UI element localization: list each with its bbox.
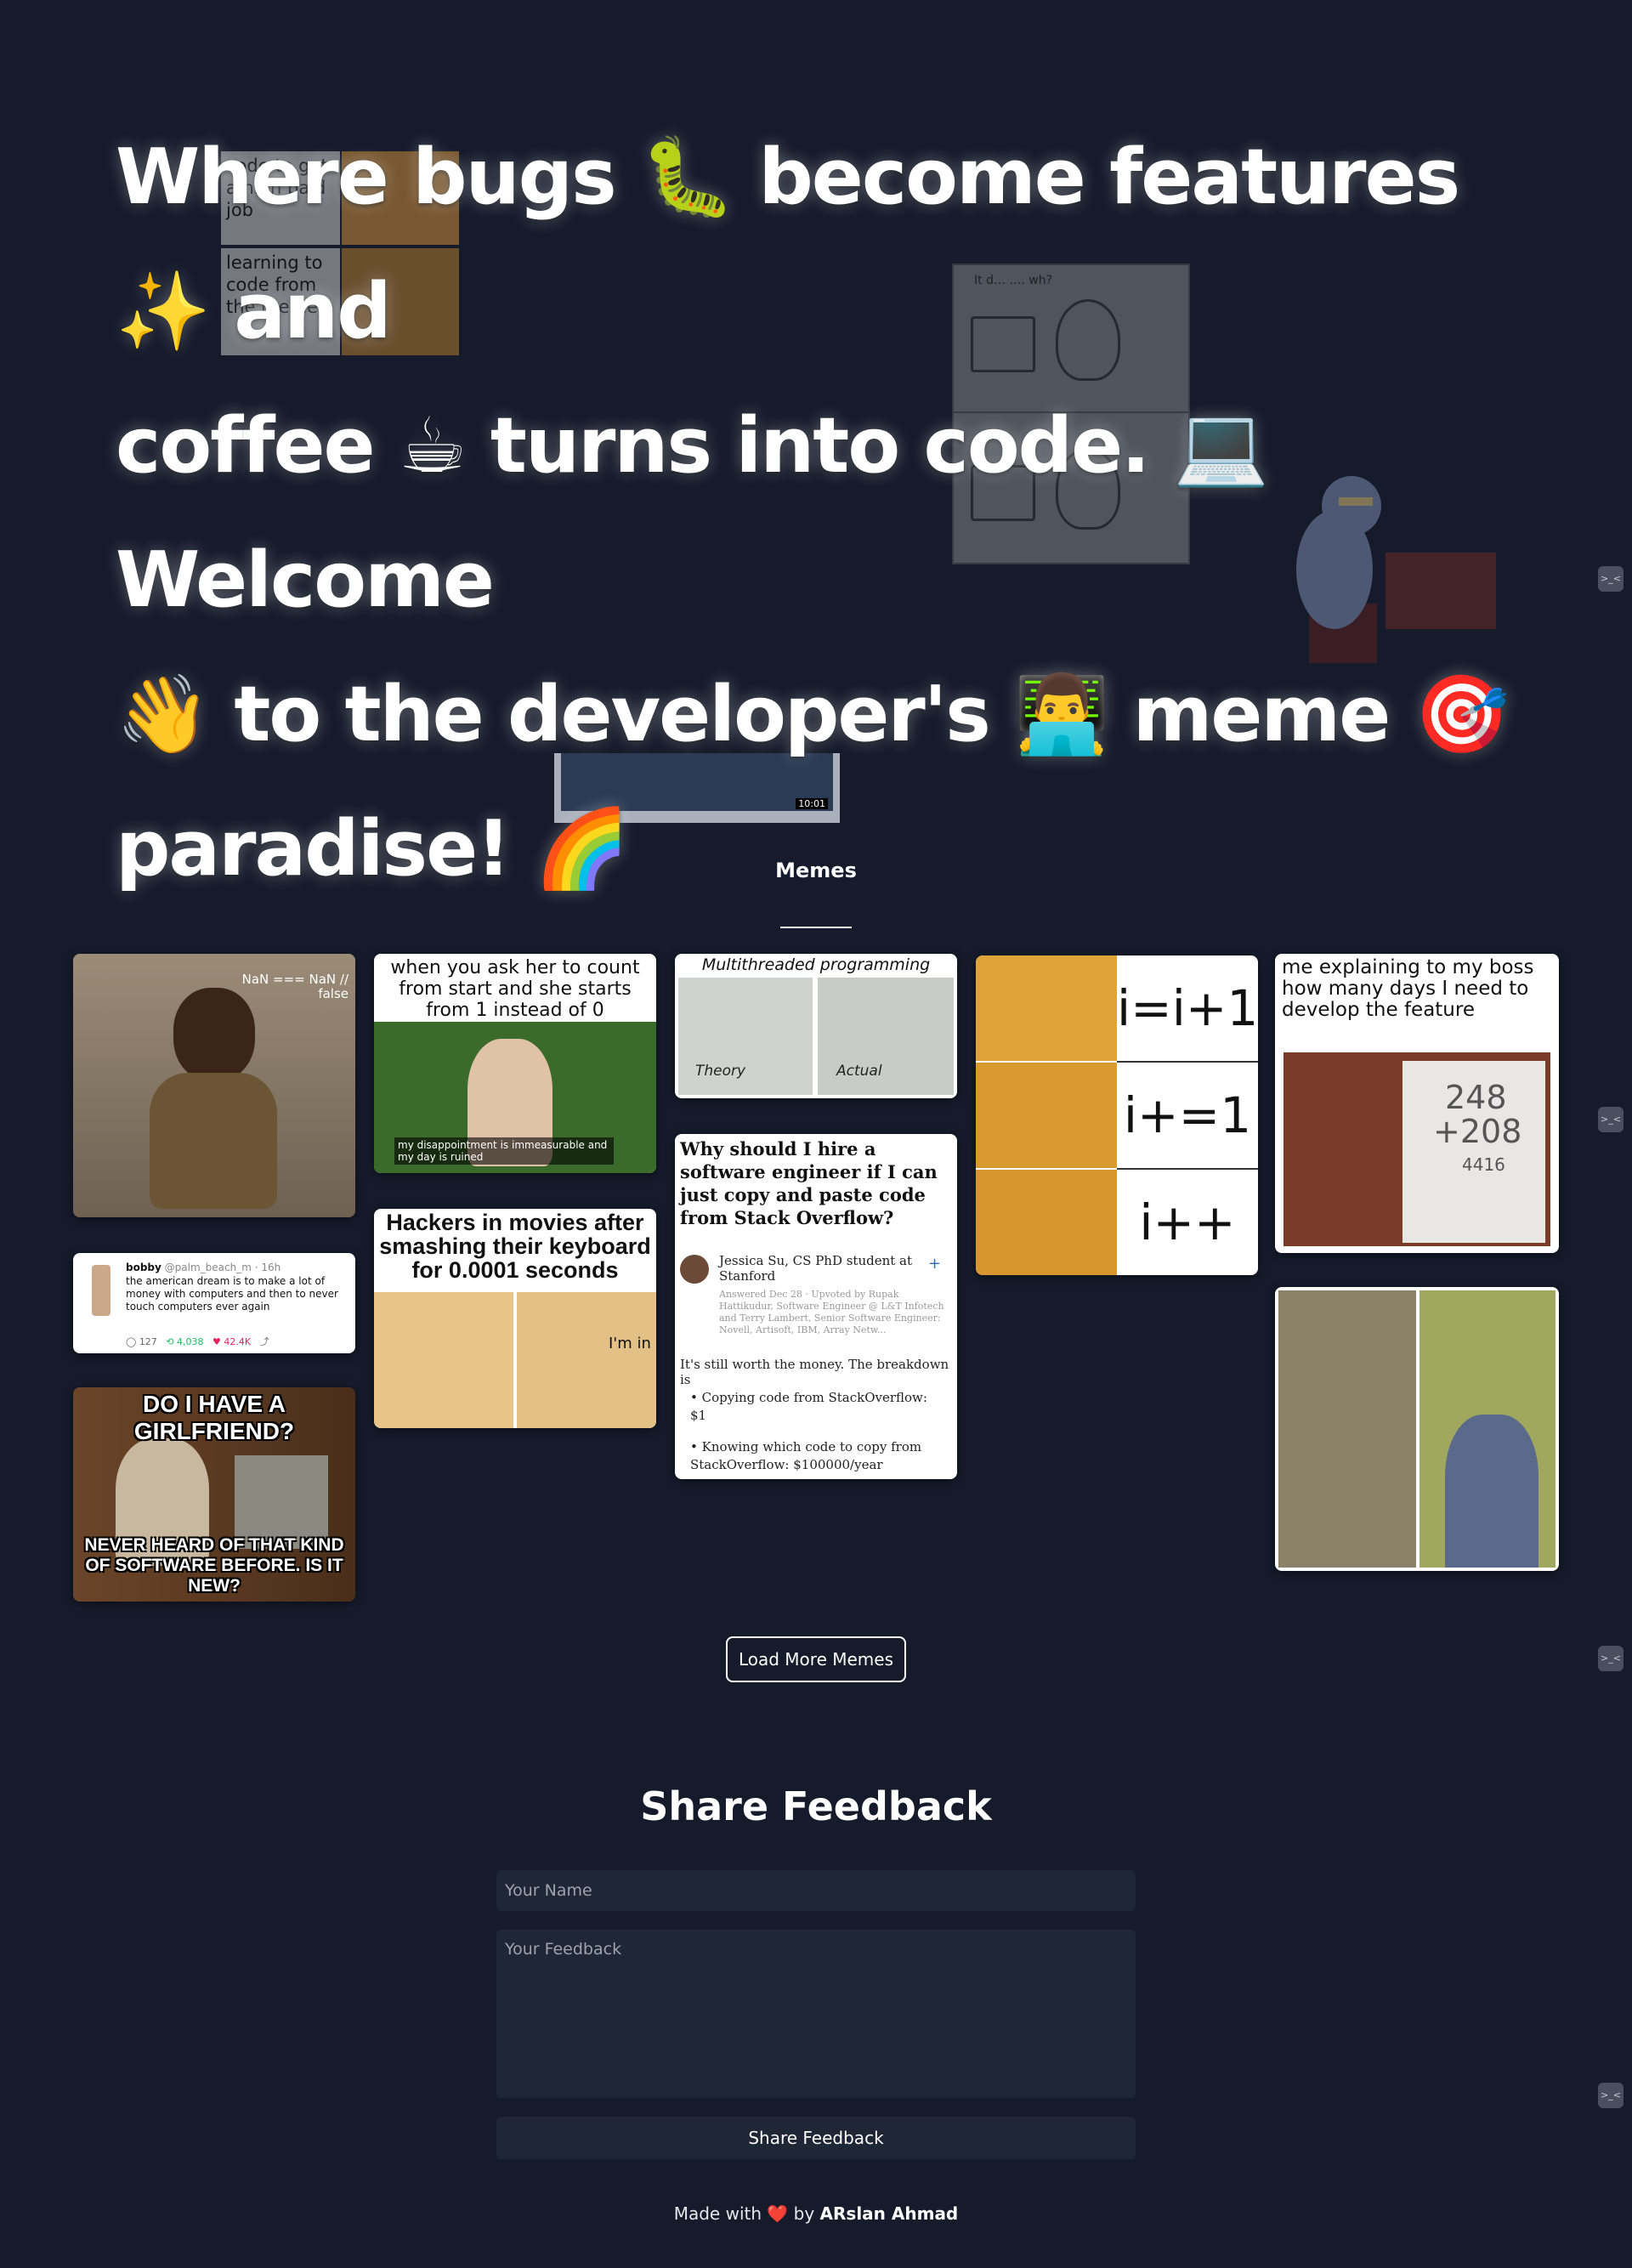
footer: Made with ❤️ by ARslan Ahmad bbox=[0, 2203, 1632, 2224]
meme-pooh-panel-3 bbox=[976, 1170, 1117, 1275]
quora-bullet-1: • Copying code from StackOverflow: $1 bbox=[690, 1390, 927, 1423]
tweet-text: the american dream is to make a lot of m… bbox=[126, 1275, 338, 1313]
tweet-avatar bbox=[92, 1265, 110, 1316]
share-feedback-button[interactable]: Share Feedback bbox=[496, 2117, 1136, 2159]
quora-avatar bbox=[680, 1255, 709, 1284]
footer-prefix: Made with bbox=[673, 2203, 762, 2224]
quora-bullet-1-text: Copying code from StackOverflow: $1 bbox=[690, 1390, 927, 1423]
side-emoji-icon[interactable]: >_< bbox=[1598, 1107, 1624, 1132]
hero-line-1: Where bugs 🐛 become features ✨ and bbox=[116, 133, 1460, 356]
meme-count-caption: when you ask her to count from start and… bbox=[390, 957, 640, 1021]
meme-card-girlfriend[interactable]: DO I HAVE A GIRLFRIEND? NEVER HEARD OF T… bbox=[73, 1387, 355, 1602]
tweet-name: bobby bbox=[126, 1262, 162, 1273]
feedback-title: Share Feedback bbox=[640, 1783, 992, 1829]
meme-girlfriend-top-text: DO I HAVE A GIRLFRIEND? bbox=[133, 1391, 295, 1444]
meme-boss-board-bottom: 4416 bbox=[1462, 1154, 1505, 1175]
hero-line-3: 👋 to the developer's 👨‍💻 meme 🎯 bbox=[116, 670, 1510, 759]
feedback-textarea[interactable] bbox=[496, 1930, 1136, 2098]
heart-icon: ❤️ bbox=[767, 2203, 789, 2224]
meme-card-count[interactable]: when you ask her to count from start and… bbox=[374, 954, 656, 1173]
meme-card-hackers[interactable]: Hackers in movies after smashing their k… bbox=[374, 1209, 656, 1428]
meme-pooh-panel-2 bbox=[976, 1063, 1117, 1168]
footer-author[interactable]: ARslan Ahmad bbox=[820, 2203, 959, 2224]
quora-intro: It's still worth the money. The breakdow… bbox=[680, 1357, 949, 1387]
meme-pooh-panel-1 bbox=[976, 955, 1117, 1061]
meme-hackers-doge-left bbox=[374, 1292, 513, 1428]
meme-multithread-theory-label: Theory bbox=[695, 1063, 746, 1080]
quora-author: Jessica Su, CS PhD student at Stanford bbox=[719, 1253, 913, 1284]
meme-boss-board-mid: +208 bbox=[1433, 1113, 1522, 1150]
meme-card-boss[interactable]: me explaining to my boss how many days I… bbox=[1275, 954, 1559, 1253]
tweet-likes: 42.4K bbox=[224, 1336, 252, 1347]
retweet-icon: ⟲ bbox=[166, 1336, 174, 1347]
tweet-retweets: 4,038 bbox=[177, 1336, 204, 1347]
heart-icon: ♥ bbox=[212, 1336, 221, 1347]
hero-line-2: coffee ☕ turns into code. 💻 Welcome bbox=[116, 401, 1269, 625]
meme-nan-caption: NaN === NaN // false bbox=[241, 972, 348, 1001]
follow-user-icon[interactable]: + bbox=[928, 1255, 941, 1273]
side-emoji-icon[interactable]: >_< bbox=[1598, 1646, 1624, 1671]
meme-hackers-doge-right bbox=[517, 1292, 656, 1428]
quora-question: Why should I hire a software engineer if… bbox=[680, 1138, 938, 1228]
meme-nan-kid-body bbox=[150, 1073, 277, 1209]
meme-count-subtitle: my disappointment is immeasurable and my… bbox=[394, 1137, 614, 1165]
load-more-button[interactable]: Load More Memes bbox=[726, 1636, 906, 1682]
hero-line-4: paradise! 🌈 bbox=[116, 804, 630, 893]
meme-hackers-label: I'm in bbox=[609, 1335, 651, 1352]
name-input[interactable] bbox=[496, 1870, 1136, 1911]
meme-hackers-caption: Hackers in movies after smashing their k… bbox=[379, 1210, 651, 1283]
tweet-replies: 127 bbox=[139, 1336, 157, 1347]
meme-tattoo-person bbox=[1445, 1415, 1538, 1568]
meme-card-quora[interactable]: Why should I hire a software engineer if… bbox=[675, 1134, 957, 1479]
meme-boss-board-top: 248 bbox=[1445, 1079, 1507, 1116]
tweet-handle: @palm_beach_m · 16h bbox=[164, 1262, 281, 1273]
memes-title-underline bbox=[780, 927, 852, 928]
meme-card-tattoo[interactable] bbox=[1275, 1287, 1559, 1571]
meme-card-tweet[interactable]: bobby @palm_beach_m · 16h the american d… bbox=[73, 1253, 355, 1353]
meme-pooh-text-2: i+=1 bbox=[1123, 1086, 1252, 1144]
tweet-header: bobby @palm_beach_m · 16h bbox=[126, 1262, 280, 1273]
side-emoji-icon[interactable]: >_< bbox=[1598, 2083, 1624, 2108]
side-emoji-icon[interactable]: >_< bbox=[1598, 566, 1624, 592]
hero-heading: Where bugs 🐛 become features ✨ and coffe… bbox=[116, 111, 1510, 916]
meme-card-nan[interactable]: NaN === NaN // false bbox=[73, 954, 355, 1217]
meme-tattoo-photo-left bbox=[1278, 1290, 1416, 1568]
meme-pooh-text-3: i++ bbox=[1139, 1194, 1236, 1251]
quora-bullet-2: • Knowing which code to copy from StackO… bbox=[690, 1439, 922, 1472]
quora-bullet-2-text: Knowing which code to copy from StackOve… bbox=[690, 1439, 922, 1472]
meme-girlfriend-bottom-text: NEVER HEARD OF THAT KIND OF SOFTWARE BEF… bbox=[84, 1535, 344, 1596]
share-icon: ⤴ bbox=[259, 1336, 269, 1347]
tweet-actions: ◯ 127 ⟲ 4,038 ♥ 42.4K ⤴ bbox=[126, 1335, 269, 1348]
quora-meta: Answered Dec 28 · Upvoted by Rupak Hatti… bbox=[719, 1289, 944, 1335]
footer-by: by bbox=[793, 2203, 815, 2224]
reply-icon: ◯ bbox=[126, 1336, 137, 1347]
meme-multithread-actual-label: Actual bbox=[836, 1063, 882, 1080]
meme-pooh-text-1: i=i+1 bbox=[1117, 979, 1258, 1037]
meme-card-multithread[interactable]: Multithreaded programming Theory Actual bbox=[675, 954, 957, 1098]
meme-nan-kid-head bbox=[173, 988, 255, 1081]
meme-card-pooh[interactable]: i=i+1 i+=1 i++ bbox=[976, 955, 1258, 1275]
meme-multithread-title: Multithreaded programming bbox=[701, 955, 931, 974]
meme-boss-caption: me explaining to my boss how many days I… bbox=[1282, 956, 1534, 1021]
